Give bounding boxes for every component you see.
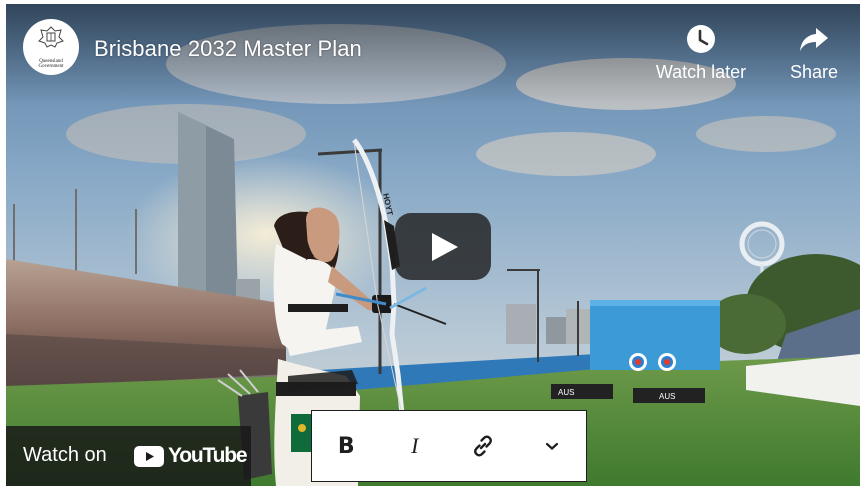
chevron-down-icon <box>545 442 558 450</box>
share-button[interactable]: Share <box>784 24 844 83</box>
watch-on-label: Watch on <box>23 444 107 466</box>
play-button[interactable] <box>395 213 491 280</box>
bold-button[interactable]: B <box>312 411 381 481</box>
link-button[interactable] <box>449 411 518 481</box>
video-player[interactable]: AUS AUS HOYT Queensland Government Brisb… <box>6 4 860 486</box>
youtube-play-logo-icon <box>134 446 164 467</box>
watch-later-button[interactable]: Watch later <box>649 24 753 83</box>
scoreboard-text-left: AUS <box>558 388 574 397</box>
channel-logo[interactable]: Queensland Government <box>23 19 79 75</box>
watch-on-youtube-button[interactable]: Watch on YouTube <box>6 426 251 486</box>
italic-button[interactable]: I <box>381 411 450 481</box>
share-arrow-icon <box>800 28 828 51</box>
channel-logo-line-2: Government <box>38 64 64 69</box>
channel-logo-text: Queensland Government <box>39 59 64 69</box>
more-options-button[interactable] <box>518 411 587 481</box>
play-icon <box>432 233 458 261</box>
watch-later-label: Watch later <box>655 62 747 82</box>
clock-icon <box>687 25 715 53</box>
coat-of-arms-icon <box>38 26 64 48</box>
format-toolbar: B I <box>311 410 587 482</box>
share-label: Share <box>789 62 839 82</box>
scoreboard-text-mid: AUS <box>659 392 675 401</box>
link-icon <box>474 435 493 457</box>
youtube-wordmark: YouTube <box>168 444 248 467</box>
video-title[interactable]: Brisbane 2032 Master Plan <box>94 36 362 62</box>
